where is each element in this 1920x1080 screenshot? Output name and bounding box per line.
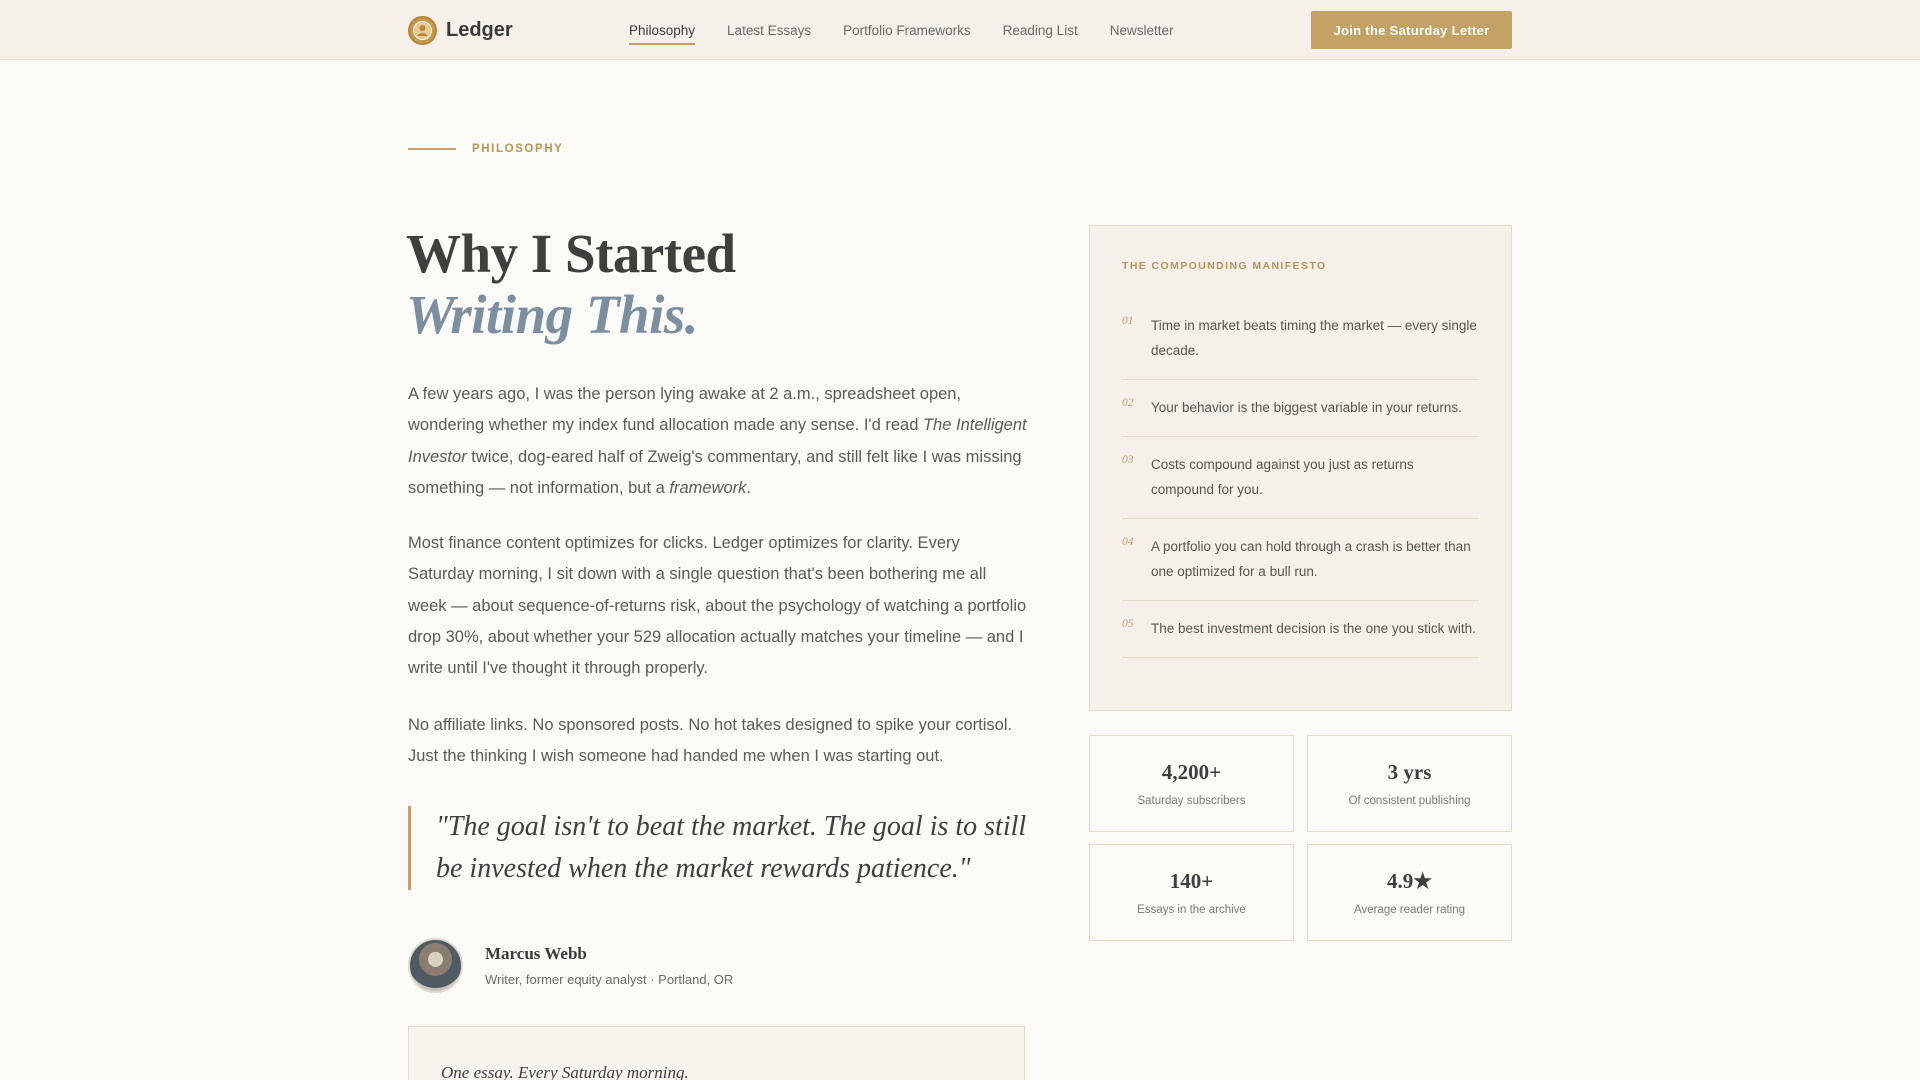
manifesto-item-number: 01: [1122, 315, 1134, 327]
manifesto-item-text: The best investment decision is the one …: [1151, 621, 1476, 636]
nav-latest-essays[interactable]: Latest Essays: [727, 0, 811, 60]
stat-value: 140+: [1169, 869, 1214, 893]
manifesto-item: 05 The best investment decision is the o…: [1122, 601, 1479, 658]
section-eyebrow: PHILOSOPHY: [408, 143, 563, 155]
promise-paragraph: No affiliate links. No sponsored posts. …: [408, 716, 1013, 766]
ledger-logo-icon: [408, 15, 437, 45]
compounding-manifesto: THE COMPOUNDING MANIFESTO 01 Time in mar…: [1089, 225, 1512, 711]
stat-label: Saturday subscribers: [1137, 795, 1246, 807]
stat-label: Of consistent publishing: [1348, 795, 1471, 807]
manifesto-item-number: 04: [1122, 536, 1134, 548]
author-avatar: [408, 938, 463, 993]
pull-quote-text: "The goal isn't to beat the market. The …: [436, 811, 1027, 884]
title-line-1: Why I Started: [406, 223, 736, 284]
intro-text-c: .: [746, 478, 751, 497]
site-header: Ledger Philosophy Latest Essays Portfoli…: [0, 0, 1920, 60]
manifesto-item: 04 A portfolio you can hold through a cr…: [1122, 519, 1479, 601]
manifesto-item-text: Time in market beats timing the market —…: [1151, 318, 1477, 358]
author-name: Marcus Webb: [485, 944, 587, 963]
stat-publishing: 3 yrs Of consistent publishing: [1307, 735, 1512, 832]
manifesto-title: THE COMPOUNDING MANIFESTO: [1122, 260, 1327, 272]
manifesto-item: 01 Time in market beats timing the marke…: [1122, 298, 1479, 380]
stat-essays: 140+ Essays in the archive: [1089, 844, 1294, 941]
manifesto-item-number: 05: [1122, 618, 1134, 630]
manifesto-item-text: A portfolio you can hold through a crash…: [1151, 539, 1471, 579]
intro-text-a: A few years ago, I was the person lying …: [408, 385, 962, 435]
author-meta: Writer, former equity analyst · Portland…: [485, 972, 734, 987]
pull-quote: "The goal isn't to beat the market. The …: [408, 806, 1028, 890]
manifesto-item-text: Your behavior is the biggest variable in…: [1151, 400, 1462, 415]
brand-name: Ledger: [446, 18, 513, 41]
framework-emphasis: framework: [669, 478, 747, 497]
eyebrow-label: PHILOSOPHY: [472, 143, 564, 155]
stat-rating: 4.9★ Average reader rating: [1307, 844, 1512, 941]
nav-philosophy[interactable]: Philosophy: [629, 0, 696, 60]
stat-value: 4,200+: [1161, 760, 1222, 784]
intro-paragraph: A few years ago, I was the person lying …: [408, 379, 1028, 504]
title-line-2: Writing This.: [406, 284, 699, 345]
manifesto-item-number: 02: [1122, 397, 1134, 409]
nav-reading-list[interactable]: Reading List: [1003, 0, 1078, 60]
eyebrow-divider: [408, 148, 456, 150]
page-title: Why I Started Writing This.: [406, 224, 736, 346]
manifesto-item-text: Costs compound against you just as retur…: [1151, 457, 1414, 497]
newsletter-teaser-text: One essay. Every Saturday morning.: [441, 1063, 689, 1080]
manifesto-item: 02 Your behavior is the biggest variable…: [1122, 380, 1479, 437]
join-saturday-letter-button[interactable]: Join the Saturday Letter: [1311, 11, 1512, 49]
author-card: Marcus Webb Writer, former equity analys…: [408, 938, 733, 993]
stat-label: Average reader rating: [1353, 904, 1466, 916]
nav-portfolio-frameworks[interactable]: Portfolio Frameworks: [843, 0, 971, 60]
stat-label: Essays in the archive: [1137, 904, 1246, 916]
stat-subscribers: 4,200+ Saturday subscribers: [1089, 735, 1294, 832]
mission-paragraph: Most finance content optimizes for click…: [408, 534, 1027, 678]
nav-newsletter[interactable]: Newsletter: [1110, 0, 1174, 60]
brand[interactable]: Ledger: [408, 15, 513, 45]
manifesto-item: 03 Costs compound against you just as re…: [1122, 437, 1479, 519]
stat-value: 3 yrs: [1387, 760, 1432, 784]
manifesto-item-number: 03: [1122, 454, 1134, 466]
stat-value: 4.9★: [1386, 869, 1433, 893]
main-nav: Philosophy Latest Essays Portfolio Frame…: [629, 0, 1205, 60]
newsletter-teaser-card: One essay. Every Saturday morning.: [408, 1026, 1025, 1080]
